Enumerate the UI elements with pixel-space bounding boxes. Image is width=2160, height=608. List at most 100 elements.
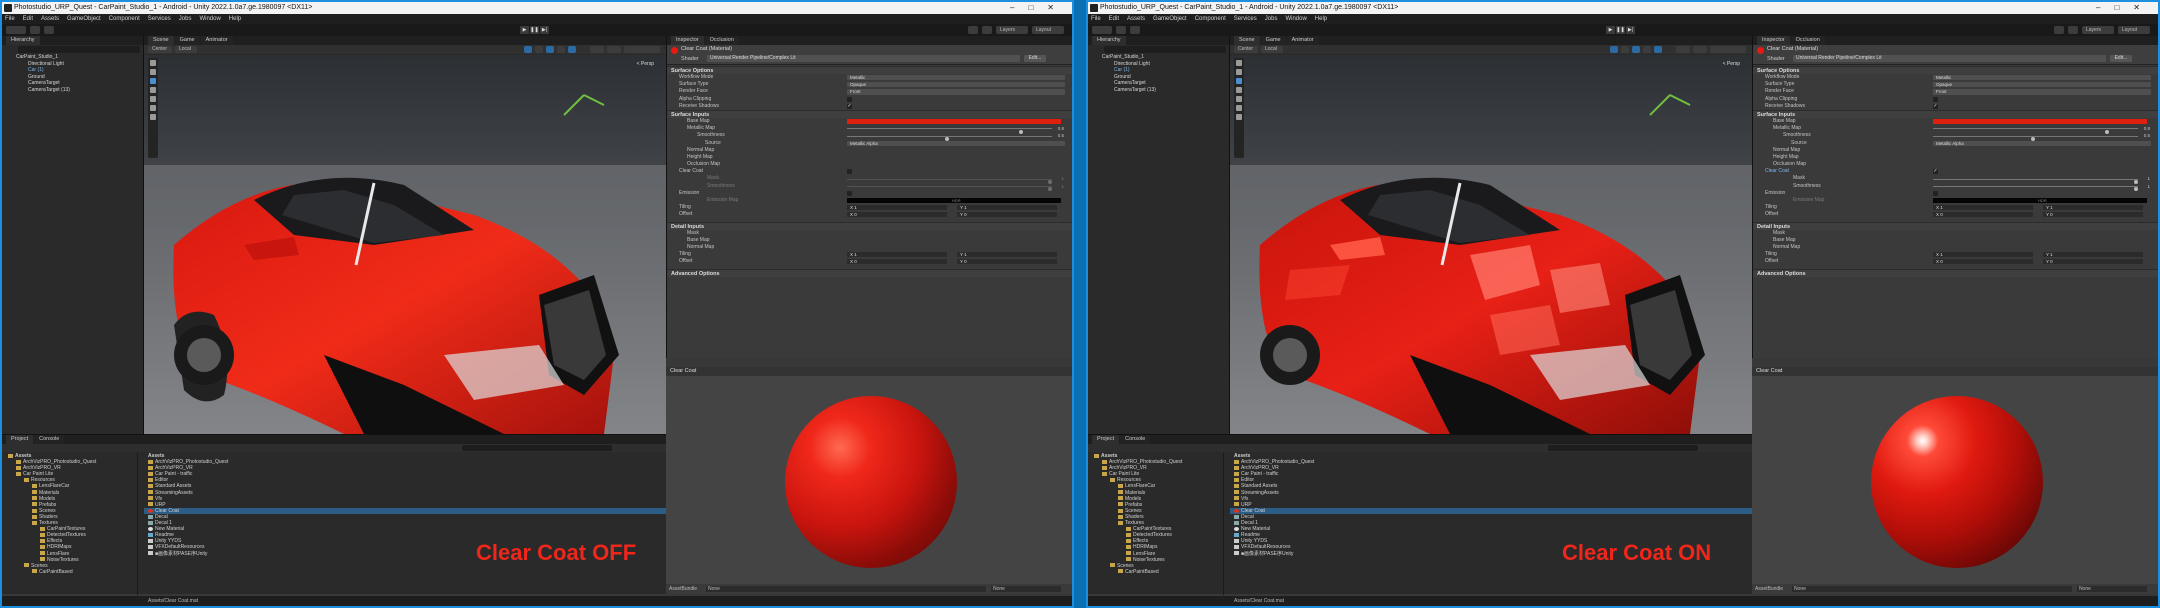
metallic-slider[interactable] bbox=[1933, 128, 2138, 134]
shader-dropdown[interactable]: Universal Render Pipeline/Complex Lit bbox=[1793, 55, 2106, 62]
audio-icon[interactable] bbox=[1643, 46, 1651, 53]
2d-icon[interactable] bbox=[1621, 46, 1629, 53]
custom-tool-icon[interactable] bbox=[150, 114, 156, 120]
light-icon[interactable] bbox=[1632, 46, 1640, 53]
move-tool-icon[interactable] bbox=[150, 69, 156, 75]
tab-game[interactable]: Game bbox=[1260, 36, 1286, 45]
tab-animator[interactable]: Animator bbox=[1286, 36, 1319, 45]
scene-viewport[interactable]: < Persp bbox=[144, 55, 666, 434]
tab-hierarchy[interactable]: Hierarchy bbox=[6, 36, 40, 45]
tab-scene[interactable]: Scene bbox=[148, 36, 174, 45]
hierarchy-item[interactable]: CameraTarget (13) bbox=[2, 87, 143, 94]
cloud-icon[interactable] bbox=[30, 26, 40, 34]
assetbundle-variant-dropdown[interactable]: None bbox=[991, 586, 1061, 592]
persp-label[interactable]: < Persp bbox=[637, 61, 654, 67]
surface-type-dropdown[interactable]: Opaque bbox=[847, 82, 1065, 88]
offset-y-field[interactable]: Y 0 bbox=[957, 212, 1057, 218]
search-icon[interactable] bbox=[968, 26, 978, 34]
persp-label[interactable]: < Persp bbox=[1723, 61, 1740, 67]
render-face-dropdown[interactable]: Front bbox=[1933, 89, 2151, 95]
alpha-clipping-checkbox[interactable] bbox=[847, 96, 852, 102]
history-icon[interactable] bbox=[2068, 26, 2078, 34]
cloud-icon[interactable] bbox=[1116, 26, 1126, 34]
tiling-x-field[interactable]: X 1 bbox=[847, 205, 947, 211]
orientation-gizmo[interactable]: < Persp bbox=[1723, 61, 1740, 67]
pause-button[interactable]: ❚❚ bbox=[1616, 26, 1625, 34]
hand-tool-icon[interactable] bbox=[1236, 60, 1242, 66]
assetbundle-dropdown[interactable]: None bbox=[1792, 586, 2072, 592]
tab-game[interactable]: Game bbox=[174, 36, 200, 45]
scale-tool-icon[interactable] bbox=[1236, 87, 1242, 93]
project-search-input[interactable] bbox=[1548, 445, 1698, 451]
section-surface-options[interactable]: Surface Options bbox=[1753, 66, 2158, 74]
play-button[interactable]: ▶ bbox=[1606, 26, 1615, 34]
receive-shadows-checkbox[interactable]: ✓ bbox=[1933, 103, 1938, 109]
project-search-input[interactable] bbox=[462, 445, 612, 451]
shading-icon[interactable] bbox=[1610, 46, 1618, 53]
emission-checkbox[interactable] bbox=[1933, 190, 1938, 196]
shader-dropdown[interactable]: Universal Render Pipeline/Complex Lit bbox=[707, 55, 1020, 62]
emission-checkbox[interactable] bbox=[847, 190, 852, 196]
menu-window[interactable]: Window bbox=[199, 16, 220, 22]
rect-tool-icon[interactable] bbox=[1236, 96, 1242, 102]
hierarchy-search-input[interactable] bbox=[18, 46, 140, 53]
rotate-tool-icon[interactable] bbox=[150, 78, 156, 84]
gizmos-icon[interactable] bbox=[607, 46, 621, 53]
search-icon[interactable] bbox=[2054, 26, 2064, 34]
transform-tool-icon[interactable] bbox=[1236, 105, 1242, 111]
window-controls[interactable]: –□✕ bbox=[1010, 2, 1068, 14]
menu-file[interactable]: File bbox=[5, 16, 15, 22]
menu-jobs[interactable]: Jobs bbox=[179, 16, 192, 22]
workflow-mode-dropdown[interactable]: Metallic bbox=[847, 75, 1065, 81]
shading-icon[interactable] bbox=[524, 46, 532, 53]
tab-project[interactable]: Project bbox=[6, 435, 34, 444]
2d-icon[interactable] bbox=[535, 46, 543, 53]
tab-occlusion[interactable]: Occlusion bbox=[704, 36, 739, 45]
hierarchy-item[interactable]: CameraTarget (13) bbox=[1088, 87, 1229, 94]
tab-console[interactable]: Console bbox=[1120, 435, 1151, 444]
section-detail-inputs[interactable]: Detail Inputs bbox=[667, 221, 1072, 230]
scale-tool-icon[interactable] bbox=[150, 87, 156, 93]
cc-mask-slider[interactable] bbox=[1933, 178, 2138, 185]
menu-window[interactable]: Window bbox=[1285, 16, 1306, 22]
menu-edit[interactable]: Edit bbox=[23, 16, 33, 22]
orientation-gizmo[interactable]: < Persp bbox=[637, 61, 654, 67]
custom-tool-icon[interactable] bbox=[1236, 114, 1242, 120]
tiling-x-field[interactable]: X 1 bbox=[1933, 205, 2033, 211]
tiling-y-field[interactable]: Y 1 bbox=[957, 205, 1057, 211]
menu-gameobject[interactable]: GameObject bbox=[67, 16, 101, 22]
history-icon[interactable] bbox=[982, 26, 992, 34]
tree-item[interactable]: CarPaintBased bbox=[2, 569, 137, 575]
hand-tool-icon[interactable] bbox=[150, 60, 156, 66]
section-surface-inputs[interactable]: Surface Inputs bbox=[667, 109, 1072, 118]
tab-scene[interactable]: Scene bbox=[1234, 36, 1260, 45]
render-face-dropdown[interactable]: Front bbox=[847, 89, 1065, 95]
gizmos-icon[interactable] bbox=[1693, 46, 1707, 53]
menu-assets[interactable]: Assets bbox=[1127, 16, 1145, 22]
collab-icon[interactable] bbox=[1130, 26, 1140, 34]
account-button[interactable] bbox=[1092, 26, 1112, 34]
surface-type-dropdown[interactable]: Opaque bbox=[1933, 82, 2151, 88]
offset-x-field[interactable]: X 0 bbox=[1933, 212, 2033, 218]
effects-icon[interactable] bbox=[1654, 46, 1662, 53]
cc-mask-slider[interactable] bbox=[847, 178, 1052, 185]
window-controls[interactable]: –□✕ bbox=[2096, 2, 2154, 14]
hierarchy-search-input[interactable] bbox=[1104, 46, 1226, 53]
light-icon[interactable] bbox=[546, 46, 554, 53]
rotate-tool-icon[interactable] bbox=[1236, 78, 1242, 84]
section-advanced-options[interactable]: Advanced Options bbox=[1753, 268, 2158, 277]
section-advanced-options[interactable]: Advanced Options bbox=[667, 268, 1072, 277]
assetbundle-variant-dropdown[interactable]: None bbox=[2077, 586, 2147, 592]
assetbundle-dropdown[interactable]: None bbox=[706, 586, 986, 592]
edit-shader-button[interactable]: Edit... bbox=[2110, 55, 2132, 62]
pivot-center-dropdown[interactable]: Center bbox=[148, 46, 172, 53]
collab-icon[interactable] bbox=[44, 26, 54, 34]
layout-dropdown[interactable]: Layout bbox=[2118, 26, 2150, 34]
base-color-swatch[interactable] bbox=[1933, 118, 2147, 124]
receive-shadows-checkbox[interactable]: ✓ bbox=[847, 103, 852, 109]
tree-item[interactable]: CarPaintBased bbox=[1088, 569, 1223, 575]
layers-dropdown[interactable]: Layers bbox=[2082, 26, 2114, 34]
tab-hierarchy[interactable]: Hierarchy bbox=[1092, 36, 1126, 45]
section-detail-inputs[interactable]: Detail Inputs bbox=[1753, 221, 2158, 230]
workflow-mode-dropdown[interactable]: Metallic bbox=[1933, 75, 2151, 81]
